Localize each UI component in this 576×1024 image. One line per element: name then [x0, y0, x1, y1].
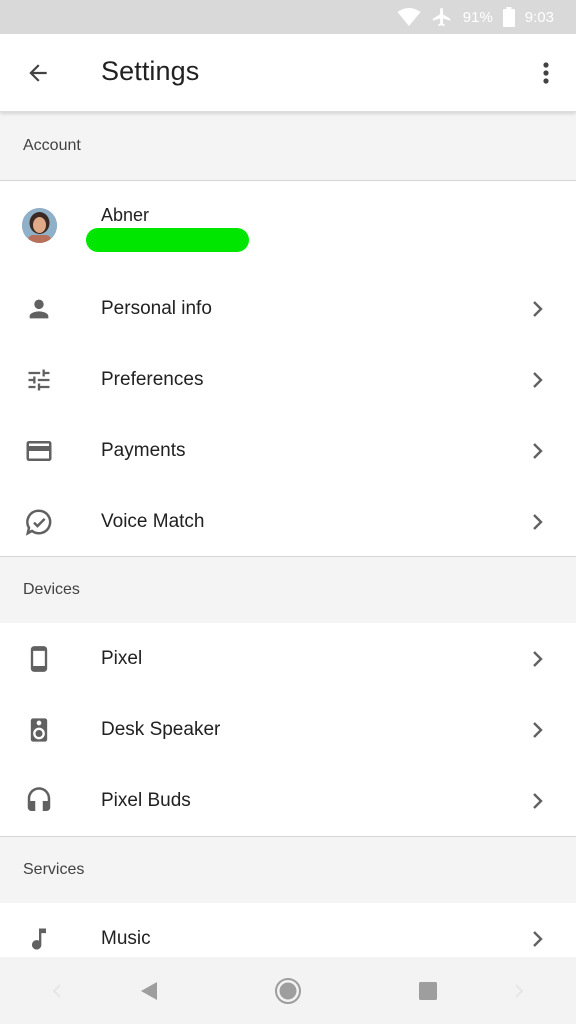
credit-card-icon	[22, 434, 56, 468]
section-title: Devices	[23, 581, 80, 598]
arrow-back-icon	[29, 64, 47, 82]
chevron-right-icon	[533, 792, 543, 809]
chevron-right-icon	[533, 930, 543, 947]
tune-icon	[22, 363, 56, 397]
settings-row-personal-info[interactable]: Personal info	[0, 273, 576, 344]
page-title: Settings	[101, 56, 200, 86]
triangle-back-icon	[141, 981, 157, 1000]
nav-right-arrow-icon	[514, 983, 524, 999]
chevron-right-icon	[533, 513, 543, 530]
phone-icon	[22, 642, 56, 676]
account-profile-row[interactable]: Abner	[0, 181, 576, 273]
nav-left-arrow-icon	[52, 983, 62, 999]
nav-home-button[interactable]	[274, 977, 302, 1005]
row-label: Personal info	[101, 297, 212, 319]
nav-back-button[interactable]	[139, 980, 159, 1002]
settings-row-desk-speaker[interactable]: Desk Speaker	[0, 694, 576, 765]
home-circle-icon	[275, 977, 301, 1004]
row-label: Preferences	[101, 368, 204, 390]
music-note-icon	[22, 922, 56, 956]
more-options-button[interactable]	[530, 51, 562, 95]
settings-row-pixel-buds[interactable]: Pixel Buds	[0, 765, 576, 836]
avatar	[22, 208, 57, 243]
chevron-right-icon	[533, 650, 543, 667]
system-navigation-bar	[0, 957, 576, 1024]
section-header-services: Services	[0, 837, 576, 903]
battery-icon	[502, 7, 515, 27]
chevron-right-icon	[533, 442, 543, 459]
wifi-icon	[397, 7, 421, 27]
row-label: Pixel	[101, 647, 143, 669]
row-label: Music	[101, 927, 151, 949]
chevron-right-icon	[533, 721, 543, 738]
settings-row-voice-match[interactable]: Voice Match	[0, 486, 576, 557]
row-label: Voice Match	[101, 510, 205, 532]
back-button[interactable]	[16, 51, 60, 95]
section-header-account: Account	[0, 112, 576, 180]
row-label: Payments	[101, 439, 186, 461]
person-icon	[22, 292, 56, 326]
airplane-mode-icon	[431, 6, 453, 28]
row-label: Pixel Buds	[101, 789, 191, 811]
section-title: Services	[23, 861, 85, 878]
voice-match-icon	[22, 505, 56, 539]
square-recents-icon	[419, 981, 437, 1000]
profile-name: Abner	[101, 205, 150, 225]
section-title: Account	[23, 137, 81, 154]
app-bar: Settings	[0, 34, 576, 112]
headphones-icon	[22, 784, 56, 818]
chevron-right-icon	[533, 371, 543, 388]
status-bar: 91% 9:03	[0, 0, 576, 34]
chevron-right-icon	[533, 300, 543, 317]
section-header-devices: Devices	[0, 557, 576, 623]
nav-recents-button[interactable]	[419, 981, 437, 1000]
battery-percent: 91%	[462, 8, 493, 26]
speaker-icon	[22, 713, 56, 747]
row-label: Desk Speaker	[101, 718, 221, 740]
settings-row-preferences[interactable]: Preferences	[0, 344, 576, 415]
settings-row-payments[interactable]: Payments	[0, 415, 576, 486]
redacted-email	[86, 228, 249, 252]
clock: 9:03	[524, 8, 554, 26]
settings-row-pixel[interactable]: Pixel	[0, 623, 576, 694]
more-vert-icon	[543, 62, 549, 84]
